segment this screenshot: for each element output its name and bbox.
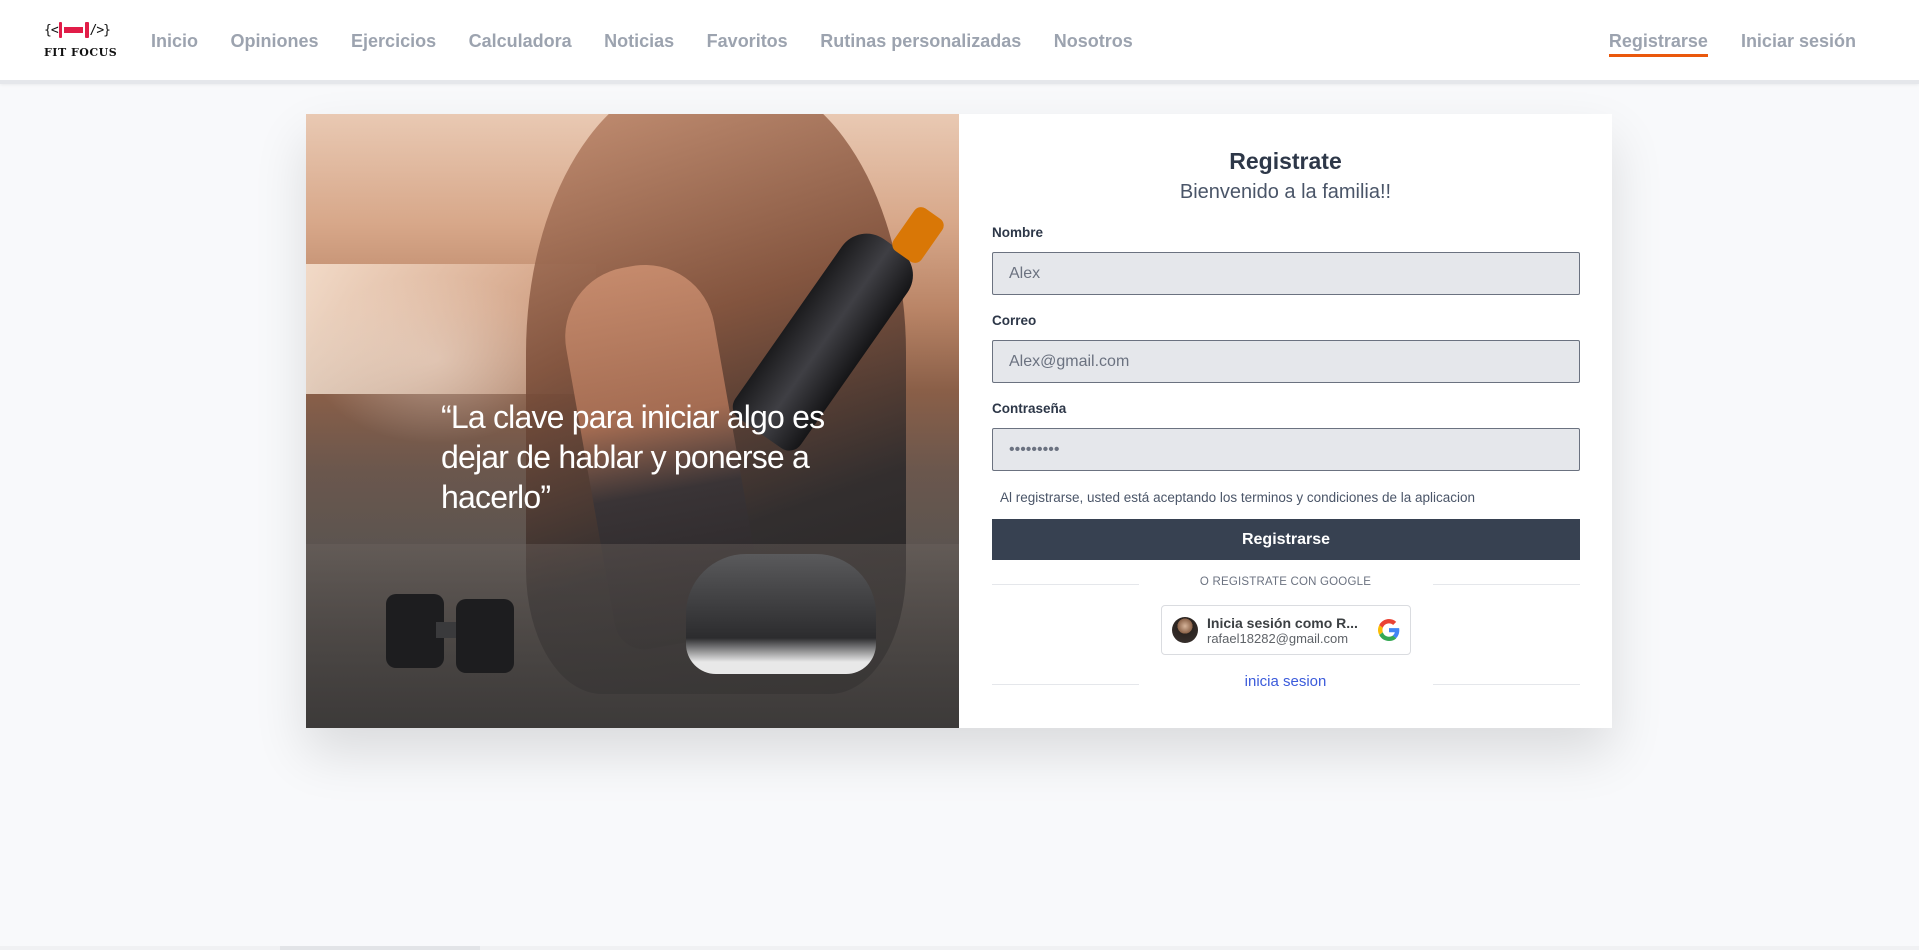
register-form: Registrate Bienvenido a la familia!! Nom… bbox=[959, 114, 1612, 728]
google-divider-text: O REGISTRATE CON GOOGLE bbox=[1199, 576, 1372, 588]
google-g-icon bbox=[1378, 619, 1400, 641]
dumbbell-logo-icon: {< />} bbox=[44, 18, 112, 42]
google-account-email: rafael18282@gmail.com bbox=[1207, 630, 1349, 646]
motivational-quote: “La clave para iniciar algo es dejar de … bbox=[441, 399, 825, 515]
horizontal-scrollbar[interactable] bbox=[0, 946, 1919, 950]
google-signin-button[interactable]: Inicia sesión como R... rafael18282@gmai… bbox=[1161, 605, 1411, 655]
divider-line-right bbox=[1433, 584, 1580, 585]
form-title: Registrate bbox=[1229, 148, 1342, 174]
name-label: Nombre bbox=[992, 225, 1044, 240]
nav-item-inicio[interactable]: Inicio bbox=[151, 30, 198, 52]
hero-image: “La clave para iniciar algo es dejar de … bbox=[306, 114, 959, 728]
nav-item-opiniones[interactable]: Opiniones bbox=[231, 30, 319, 52]
nav-item-nosotros[interactable]: Nosotros bbox=[1054, 30, 1133, 52]
divider-line-bottom-right bbox=[1433, 684, 1580, 685]
nav-item-noticias[interactable]: Noticias bbox=[604, 30, 674, 52]
email-label: Correo bbox=[992, 313, 1037, 328]
google-account-avatar bbox=[1172, 617, 1198, 643]
nav-item-calculadora[interactable]: Calculadora bbox=[469, 30, 572, 52]
logo-mark-right: />} bbox=[89, 22, 112, 38]
main-nav: Inicio Opiniones Ejercicios Calculadora … bbox=[151, 30, 1165, 52]
nav-login-link[interactable]: Iniciar sesión bbox=[1741, 30, 1856, 57]
nav-item-ejercicios[interactable]: Ejercicios bbox=[351, 30, 436, 52]
logo-mark-left: {< bbox=[44, 22, 59, 38]
name-input[interactable] bbox=[992, 252, 1580, 295]
scrollbar-thumb[interactable] bbox=[280, 946, 480, 950]
password-label: Contraseña bbox=[992, 401, 1067, 416]
google-account-name: Inicia sesión como R... bbox=[1207, 614, 1358, 631]
logo-text: FIT FOCUS bbox=[44, 46, 118, 59]
register-submit-button[interactable]: Registrarse bbox=[992, 519, 1580, 560]
top-navbar: {< />} FIT FOCUS Inicio Opiniones Ejerci… bbox=[0, 0, 1919, 84]
password-input[interactable] bbox=[992, 428, 1580, 471]
register-card: “La clave para iniciar algo es dejar de … bbox=[306, 114, 1612, 728]
fit-focus-logo[interactable]: {< />} FIT FOCUS bbox=[44, 18, 118, 64]
nav-item-favoritos[interactable]: Favoritos bbox=[707, 30, 788, 52]
email-input[interactable] bbox=[992, 340, 1580, 383]
nav-item-rutinas-personalizadas[interactable]: Rutinas personalizadas bbox=[820, 30, 1021, 52]
auth-nav: Registrarse Iniciar sesión bbox=[1576, 30, 1856, 57]
login-link[interactable]: inicia sesion bbox=[959, 673, 1612, 690]
form-subtitle: Bienvenido a la familia!! bbox=[1179, 181, 1392, 203]
terms-text: Al registrarse, usted está aceptando los… bbox=[1000, 490, 1476, 505]
nav-register-link[interactable]: Registrarse bbox=[1608, 30, 1708, 57]
